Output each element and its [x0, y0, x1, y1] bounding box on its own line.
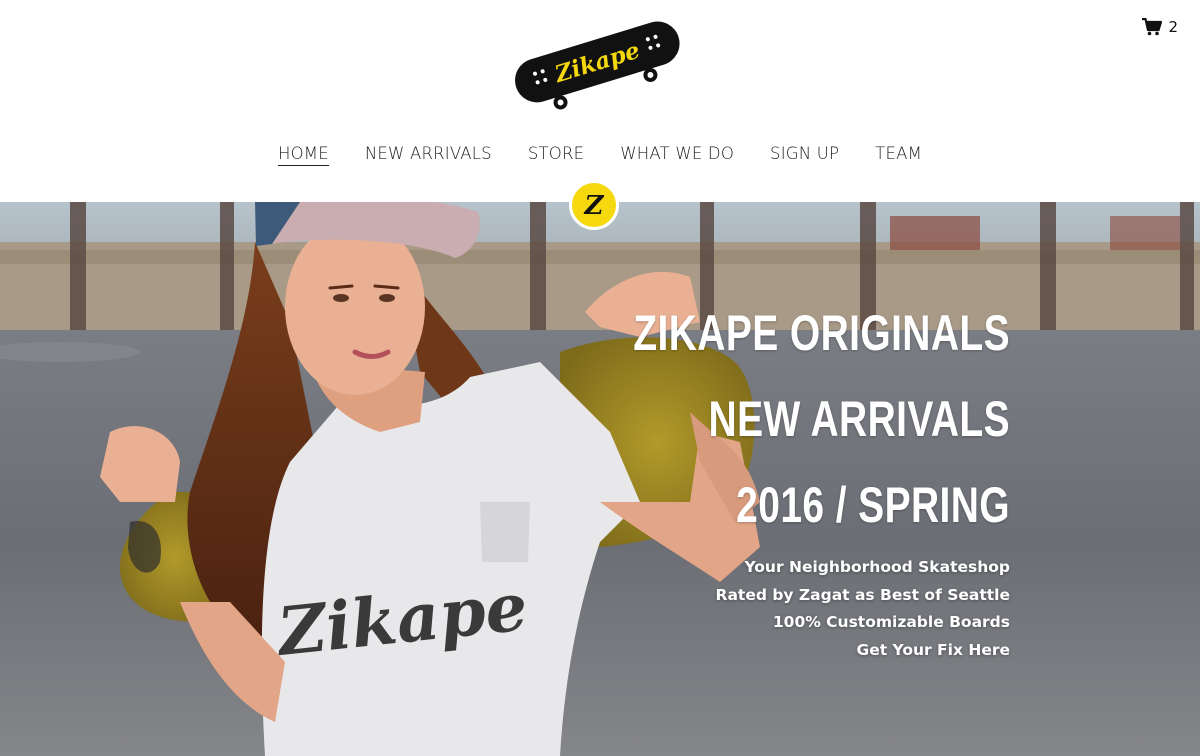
hero-tagline: Your Neighborhood Skateshop Rated by Zag… [716, 554, 1010, 664]
main-nav: HOME NEW ARRIVALS STORE WHAT WE DO SIGN … [0, 144, 1200, 166]
nav-sign-up[interactable]: SIGN UP [770, 144, 839, 166]
cart-button[interactable]: 2 [1142, 18, 1178, 36]
cart-count: 2 [1168, 18, 1178, 36]
zikape-logo[interactable]: Zikape [508, 6, 686, 116]
headline-line: 2016 / SPRING [736, 477, 1010, 533]
svg-text:Z: Z [584, 191, 605, 220]
headline-line: NEW ARRIVALS [708, 391, 1010, 447]
tagline-line: Your Neighborhood Skateshop [744, 558, 1010, 576]
nav-team[interactable]: TEAM [875, 144, 922, 166]
site-header: 2 Zikape HOME NEW ARRIVALS STORE WHAT WE… [0, 0, 1200, 202]
tagline-line: Rated by Zagat as Best of Seattle [715, 585, 1010, 604]
nav-what-we-do[interactable]: WHAT WE DO [620, 144, 734, 166]
nav-home[interactable]: HOME [278, 144, 329, 166]
z-logo-icon: Z [584, 191, 605, 220]
headline-line: ZIKAPE ORIGINALS [633, 305, 1010, 361]
hero-headline: ZIKAPE ORIGINALS NEW ARRIVALS 2016 / SPR… [527, 290, 1010, 548]
shopping-cart-icon [1142, 18, 1163, 36]
skateboard-logo-icon: Zikape [515, 21, 680, 110]
z-badge[interactable]: Z [569, 180, 619, 230]
tagline-line: Get Your Fix Here [856, 640, 1010, 659]
tagline-line: 100% Customizable Boards [772, 613, 1010, 631]
nav-store[interactable]: STORE [528, 144, 584, 166]
nav-new-arrivals[interactable]: NEW ARRIVALS [365, 144, 492, 166]
hero-banner: Zikape ZIKAPE ORIGINALS NEW ARRIVALS 201… [0, 202, 1200, 756]
